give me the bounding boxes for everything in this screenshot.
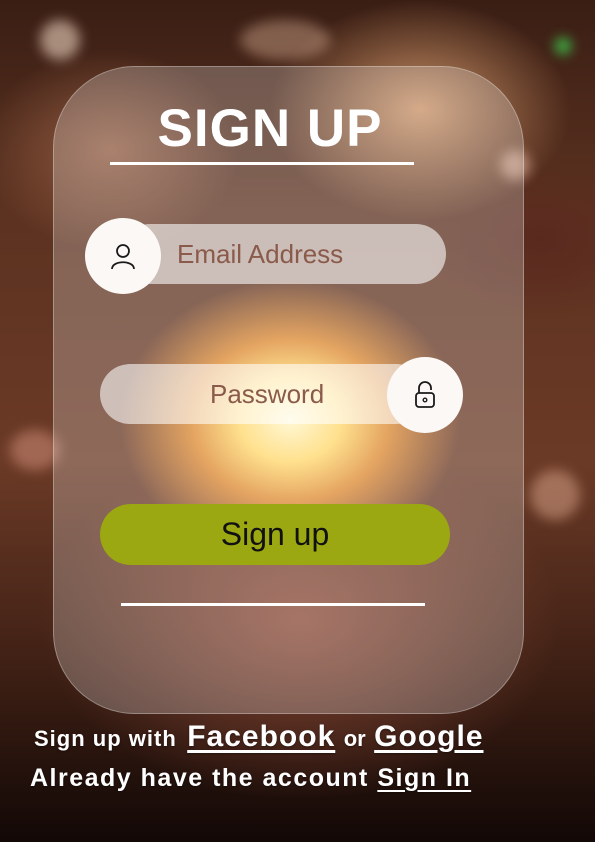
user-icon-badge bbox=[85, 218, 161, 294]
social-signup-line: Sign up with Facebook or Google bbox=[34, 720, 484, 754]
email-placeholder: Email Address bbox=[177, 238, 344, 269]
user-icon bbox=[111, 244, 135, 270]
google-link[interactable]: Google bbox=[374, 720, 483, 753]
social-separator: or bbox=[343, 726, 366, 751]
social-prefix: Sign up with bbox=[34, 726, 177, 751]
bokeh-light bbox=[530, 470, 580, 520]
password-placeholder: Password bbox=[210, 378, 325, 409]
signin-link[interactable]: Sign In bbox=[377, 764, 471, 792]
lock-icon-badge bbox=[387, 357, 463, 433]
bokeh-light bbox=[555, 38, 571, 54]
password-field[interactable]: Password bbox=[100, 364, 426, 424]
signin-line: Already have the account Sign In bbox=[30, 764, 471, 793]
signup-button[interactable]: Sign up bbox=[100, 504, 450, 565]
bokeh-light bbox=[40, 20, 80, 60]
bokeh-light bbox=[240, 20, 330, 60]
signin-prompt: Already have the account bbox=[30, 764, 369, 792]
facebook-link[interactable]: Facebook bbox=[187, 720, 335, 753]
email-field[interactable]: Email Address bbox=[120, 224, 446, 284]
page-title: SIGN UP bbox=[157, 99, 383, 158]
title-underline bbox=[110, 162, 414, 165]
unlock-icon bbox=[415, 381, 435, 408]
divider bbox=[121, 603, 425, 606]
